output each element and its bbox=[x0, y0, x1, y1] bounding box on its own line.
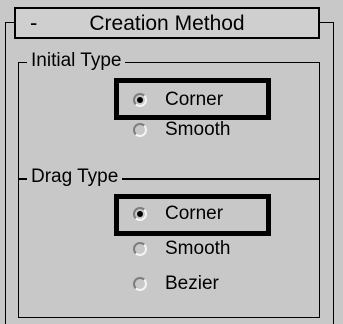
drag-type-corner-radio[interactable]: Corner bbox=[133, 201, 223, 227]
radio-button[interactable] bbox=[133, 123, 147, 137]
initial-type-corner-radio[interactable]: Corner bbox=[133, 87, 223, 113]
drag-type-bezier-radio[interactable]: Bezier bbox=[133, 271, 219, 297]
radio-label: Smooth bbox=[165, 119, 231, 140]
panel-top-right-tick bbox=[320, 22, 334, 23]
creation-method-rollout-header[interactable]: - Creation Method bbox=[14, 7, 320, 39]
radio-button[interactable] bbox=[133, 277, 147, 291]
rollout-title: Creation Method bbox=[89, 12, 245, 35]
radio-label: Corner bbox=[165, 89, 224, 110]
panel-left-border bbox=[5, 22, 6, 324]
initial-type-legend: Initial Type bbox=[27, 49, 126, 73]
radio-button[interactable] bbox=[133, 242, 147, 256]
drag-type-smooth-radio[interactable]: Smooth bbox=[133, 236, 230, 262]
radio-button-checked[interactable] bbox=[133, 93, 147, 107]
radio-button-checked[interactable] bbox=[133, 207, 147, 221]
drag-type-legend: Drag Type bbox=[27, 165, 123, 189]
initial-type-smooth-radio[interactable]: Smooth bbox=[133, 117, 230, 143]
radio-label: Corner bbox=[165, 203, 224, 224]
radio-label: Smooth bbox=[165, 238, 231, 259]
radio-label: Bezier bbox=[165, 273, 219, 294]
panel-right-border bbox=[333, 22, 334, 324]
